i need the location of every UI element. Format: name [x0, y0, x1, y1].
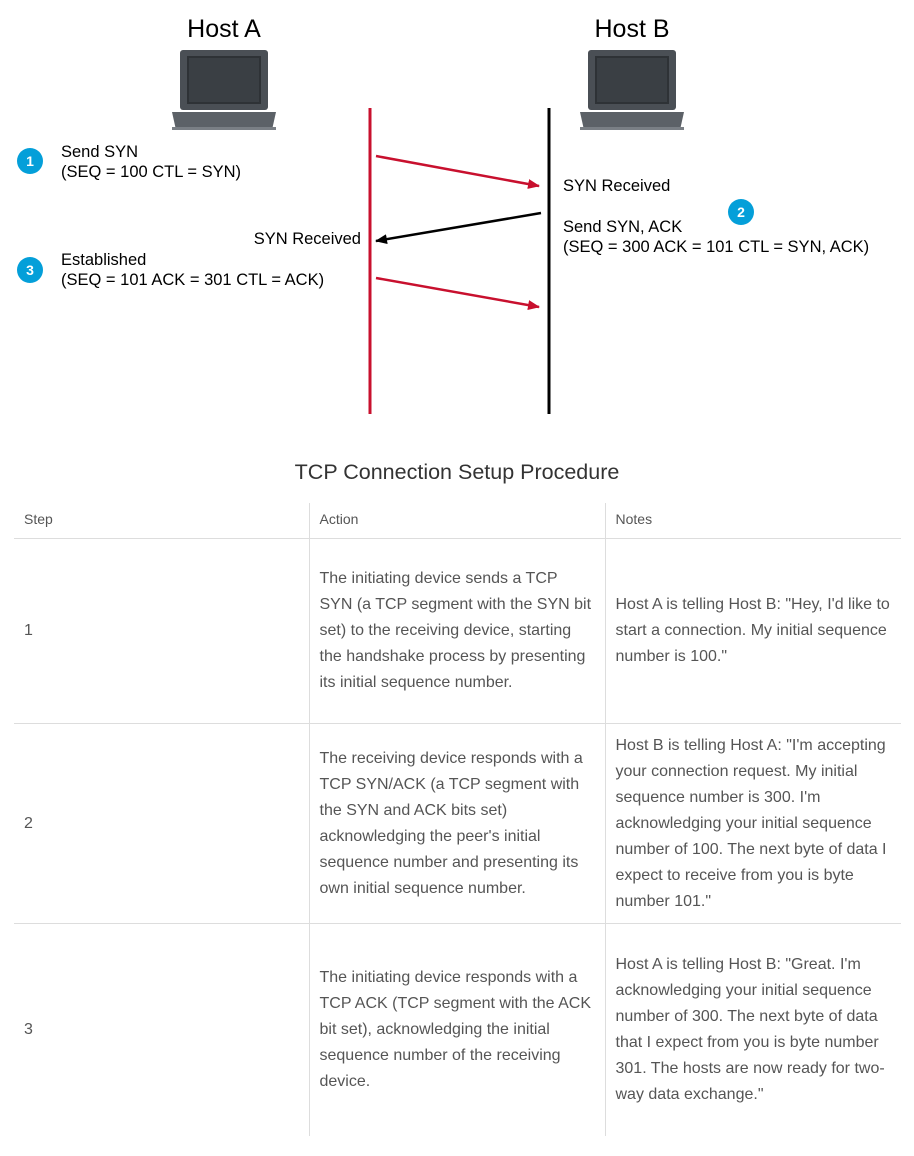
notes-cell: Host B is telling Host A: "I'm accepting… — [605, 723, 901, 924]
host-b-syn-received-label: SYN Received — [563, 177, 670, 195]
tcp-handshake-diagram: Host A Host B 1 Send SYN (SEQ = 100 CTL … — [17, 15, 869, 414]
action-cell: The initiating device responds with a TC… — [309, 923, 606, 1136]
host-a-syn-received-label: SYN Received — [254, 230, 361, 248]
step-cell: 1 — [14, 538, 310, 724]
step-2-detail: (SEQ = 300 ACK = 101 CTL = SYN, ACK) — [563, 238, 869, 256]
step-3-label: Established — [61, 251, 146, 269]
action-cell: The receiving device responds with a TCP… — [309, 723, 606, 924]
step-cell: 2 — [14, 723, 310, 924]
table-row: 3 The initiating device responds with a … — [14, 923, 901, 1136]
svg-text:1: 1 — [26, 153, 34, 169]
step-1-label: Send SYN — [61, 143, 138, 161]
table-header-row: Step Action Notes — [14, 503, 901, 539]
steps-table: Step Action Notes 1 The initiating devic… — [14, 503, 901, 1136]
syn-arrow — [375, 154, 540, 189]
host-a-title: Host A — [187, 15, 261, 43]
step-3-detail: (SEQ = 101 ACK = 301 CTL = ACK) — [61, 271, 324, 289]
step-1-detail: (SEQ = 100 CTL = SYN) — [61, 163, 241, 181]
table-caption: TCP Connection Setup Procedure — [294, 460, 620, 484]
notes-cell: Host A is telling Host B: "Hey, I'd like… — [605, 538, 901, 724]
step-3-badge: 3 — [17, 257, 43, 283]
header-action: Action — [309, 503, 606, 539]
table-row: 1 The initiating device sends a TCP SYN … — [14, 538, 901, 724]
host-b-title: Host B — [594, 15, 669, 43]
header-notes: Notes — [605, 503, 901, 539]
notes-cell: Host A is telling Host B: "Great. I'm ac… — [615, 956, 885, 1103]
ack-arrow — [375, 276, 540, 310]
step-1-badge: 1 — [17, 148, 43, 174]
svg-text:3: 3 — [26, 262, 34, 278]
step-2-label: Send SYN, ACK — [563, 218, 682, 236]
laptop-b-icon — [580, 50, 684, 130]
table-row: 2 The receiving device responds with a T… — [14, 723, 901, 924]
step-2-badge: 2 — [728, 199, 754, 225]
step-cell: 3 — [14, 923, 310, 1136]
syn-ack-arrow — [375, 211, 542, 245]
header-step: Step — [14, 503, 310, 539]
action-cell: The initiating device sends a TCP SYN (a… — [309, 538, 606, 724]
svg-text:2: 2 — [737, 204, 745, 220]
laptop-a-icon — [172, 50, 276, 130]
